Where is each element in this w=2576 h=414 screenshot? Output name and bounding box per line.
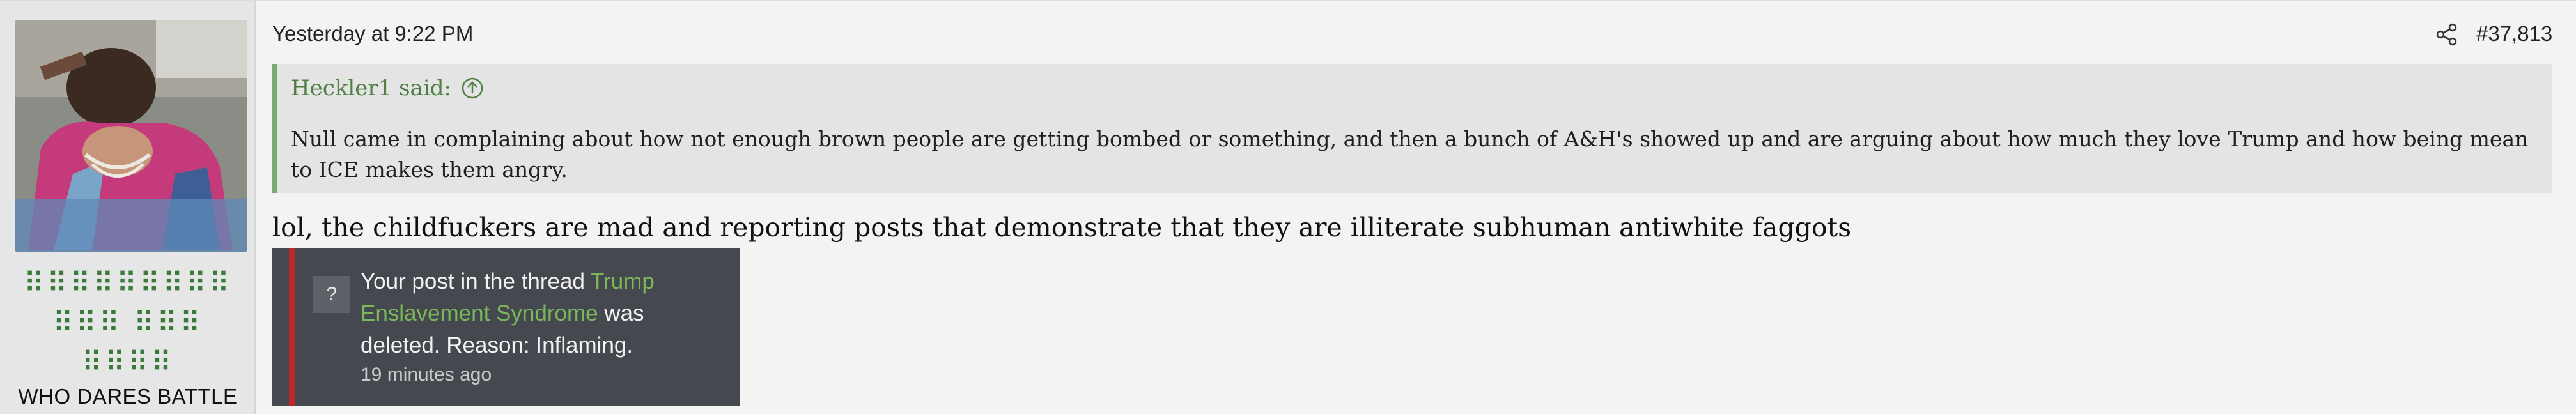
post-number-link[interactable]: #37,813: [2476, 22, 2552, 46]
circle-arrow-up-icon[interactable]: [460, 76, 485, 100]
avatar-image: [15, 20, 247, 252]
user-info-column: ⠿⠿⠿⠿⠿⠿⠿⠿⠿ ⠿⠿⠿ ⠿⠿⠿ ⠿⠿⠿⠿ WHO DARES BATTLE: [0, 1, 256, 414]
quote-block: Heckler1 said: Null came in complaining …: [272, 64, 2552, 193]
post-timestamp[interactable]: Yesterday at 9:22 PM: [272, 22, 473, 46]
post-body-text: lol, the childfuckers are mad and report…: [272, 212, 1852, 243]
forum-post: ⠿⠿⠿⠿⠿⠿⠿⠿⠿ ⠿⠿⠿ ⠿⠿⠿ ⠿⠿⠿⠿ WHO DARES BATTLE …: [0, 0, 2576, 414]
question-mark-icon: ?: [313, 276, 350, 313]
user-title-glyphs-row: ⠿⠿⠿⠿: [81, 346, 175, 379]
alert-timestamp: 19 minutes ago: [361, 364, 492, 385]
alert-message: Your post in the thread Trump Enslavemen…: [361, 266, 725, 362]
quote-text: Null came in complaining about how not e…: [291, 126, 2529, 182]
attached-screenshot: ? Your post in the thread Trump Enslavem…: [272, 248, 740, 406]
user-avatar[interactable]: [15, 20, 247, 252]
share-icon[interactable]: [2434, 22, 2460, 47]
user-title-glyphs-row: ⠿⠿⠿⠿⠿⠿⠿⠿⠿: [23, 267, 233, 300]
user-title-glyphs-row: ⠿⠿⠿ ⠿⠿⠿: [52, 307, 203, 339]
post-main: Yesterday at 9:22 PM #37,813 Heckler1 sa…: [256, 1, 2576, 414]
alert-accent-bar: [289, 248, 295, 406]
quote-author[interactable]: Heckler1 said:: [291, 75, 451, 101]
user-banner: WHO DARES BATTLE: [18, 385, 238, 408]
alert-text-before: Your post in the thread: [361, 269, 591, 294]
quote-attribution[interactable]: Heckler1 said:: [291, 75, 485, 101]
